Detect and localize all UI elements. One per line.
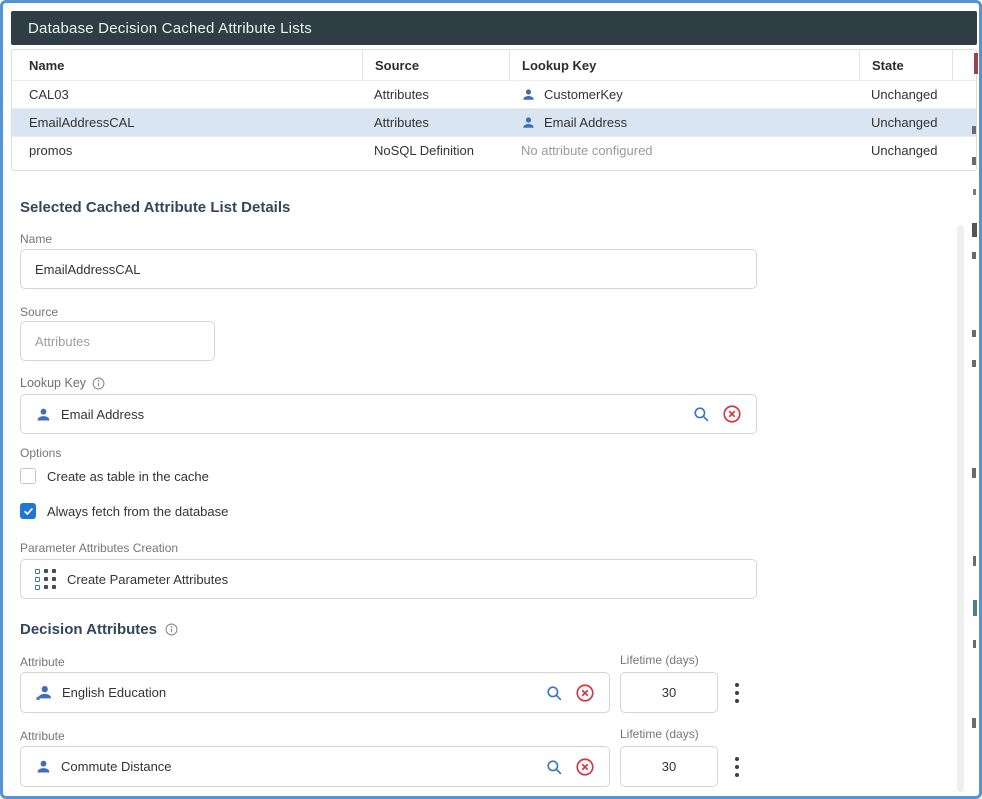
parameter-grid-icon xyxy=(35,569,56,590)
lookup-key-field-label: Lookup Key xyxy=(20,376,105,390)
row-source: Attributes xyxy=(362,81,509,108)
person-icon xyxy=(35,406,52,423)
row-name: EmailAddressCAL xyxy=(12,109,362,136)
row-source: Attributes xyxy=(362,109,509,136)
app-window: Database Decision Cached Attribute Lists… xyxy=(0,0,982,799)
row-lookup-key: CustomerKey xyxy=(509,81,859,108)
panel-titlebar: Database Decision Cached Attribute Lists xyxy=(11,11,977,45)
person-icon xyxy=(35,758,52,775)
search-icon[interactable] xyxy=(545,684,563,702)
person-icon xyxy=(521,115,536,130)
details-section-heading: Selected Cached Attribute List Details xyxy=(20,199,290,216)
options-label: Options xyxy=(20,446,61,460)
kebab-menu-icon[interactable] xyxy=(730,679,744,707)
row-name: CAL03 xyxy=(12,81,362,108)
lifetime-input[interactable]: 30 xyxy=(620,672,718,713)
checkbox-checked-icon[interactable] xyxy=(20,503,36,519)
cached-attribute-lists-table: Name Source Lookup Key State CAL03 Attri… xyxy=(11,49,977,171)
checkbox-create-as-table[interactable]: Create as table in the cache xyxy=(20,468,209,484)
column-header-source: Source xyxy=(362,50,509,80)
column-header-name: Name xyxy=(12,50,362,80)
decision-attributes-heading: Decision Attributes xyxy=(20,621,178,638)
lookup-key-input[interactable]: Email Address xyxy=(20,394,757,434)
row-name: promos xyxy=(12,137,362,164)
table-row[interactable]: CAL03 Attributes CustomerKey Unchanged xyxy=(12,80,976,108)
checkbox-always-fetch[interactable]: Always fetch from the database xyxy=(20,503,228,519)
source-input[interactable]: Attributes xyxy=(20,321,215,361)
table-header-row: Name Source Lookup Key State xyxy=(12,50,976,80)
checkbox-unchecked-icon[interactable] xyxy=(20,468,36,484)
attribute-field-label: Attribute xyxy=(20,729,65,743)
table-row-selected[interactable]: EmailAddressCAL Attributes Email Address… xyxy=(12,108,976,136)
person-icon xyxy=(521,87,536,102)
remove-circle-icon[interactable] xyxy=(575,683,595,703)
search-icon[interactable] xyxy=(545,758,563,776)
remove-circle-icon[interactable] xyxy=(722,404,742,424)
row-lookup-key: Email Address xyxy=(509,109,859,136)
kebab-menu-icon[interactable] xyxy=(730,753,744,781)
row-state: Unchanged xyxy=(859,137,952,164)
row-state: Unchanged xyxy=(859,109,952,136)
attribute-input[interactable]: Commute Distance xyxy=(20,746,610,787)
column-header-lookup-key: Lookup Key xyxy=(509,50,859,80)
name-input[interactable]: EmailAddressCAL xyxy=(20,249,757,289)
panel-title: Database Decision Cached Attribute Lists xyxy=(28,20,312,37)
attribute-field-label: Attribute xyxy=(20,655,65,669)
remove-circle-icon[interactable] xyxy=(575,757,595,777)
lifetime-field-label: Lifetime (days) xyxy=(620,727,699,741)
source-field-label: Source xyxy=(20,305,58,319)
attribute-input[interactable]: English Education xyxy=(20,672,610,713)
table-row[interactable]: promos NoSQL Definition No attribute con… xyxy=(12,136,976,164)
search-icon[interactable] xyxy=(692,405,710,423)
create-parameter-attributes-button[interactable]: Create Parameter Attributes xyxy=(20,559,757,599)
row-state: Unchanged xyxy=(859,81,952,108)
name-field-label: Name xyxy=(20,232,52,246)
row-lookup-key: No attribute configured xyxy=(509,137,859,164)
lifetime-input[interactable]: 30 xyxy=(620,746,718,787)
column-header-state: State xyxy=(859,50,952,80)
clipped-content-strip xyxy=(969,3,979,796)
person-with-arrow-icon xyxy=(35,683,53,702)
row-source: NoSQL Definition xyxy=(362,137,509,164)
lifetime-field-label: Lifetime (days) xyxy=(620,653,699,667)
info-icon[interactable] xyxy=(165,623,178,636)
info-icon[interactable] xyxy=(92,377,105,390)
scrollbar-track[interactable] xyxy=(957,225,964,792)
parameter-attributes-label: Parameter Attributes Creation xyxy=(20,541,178,555)
